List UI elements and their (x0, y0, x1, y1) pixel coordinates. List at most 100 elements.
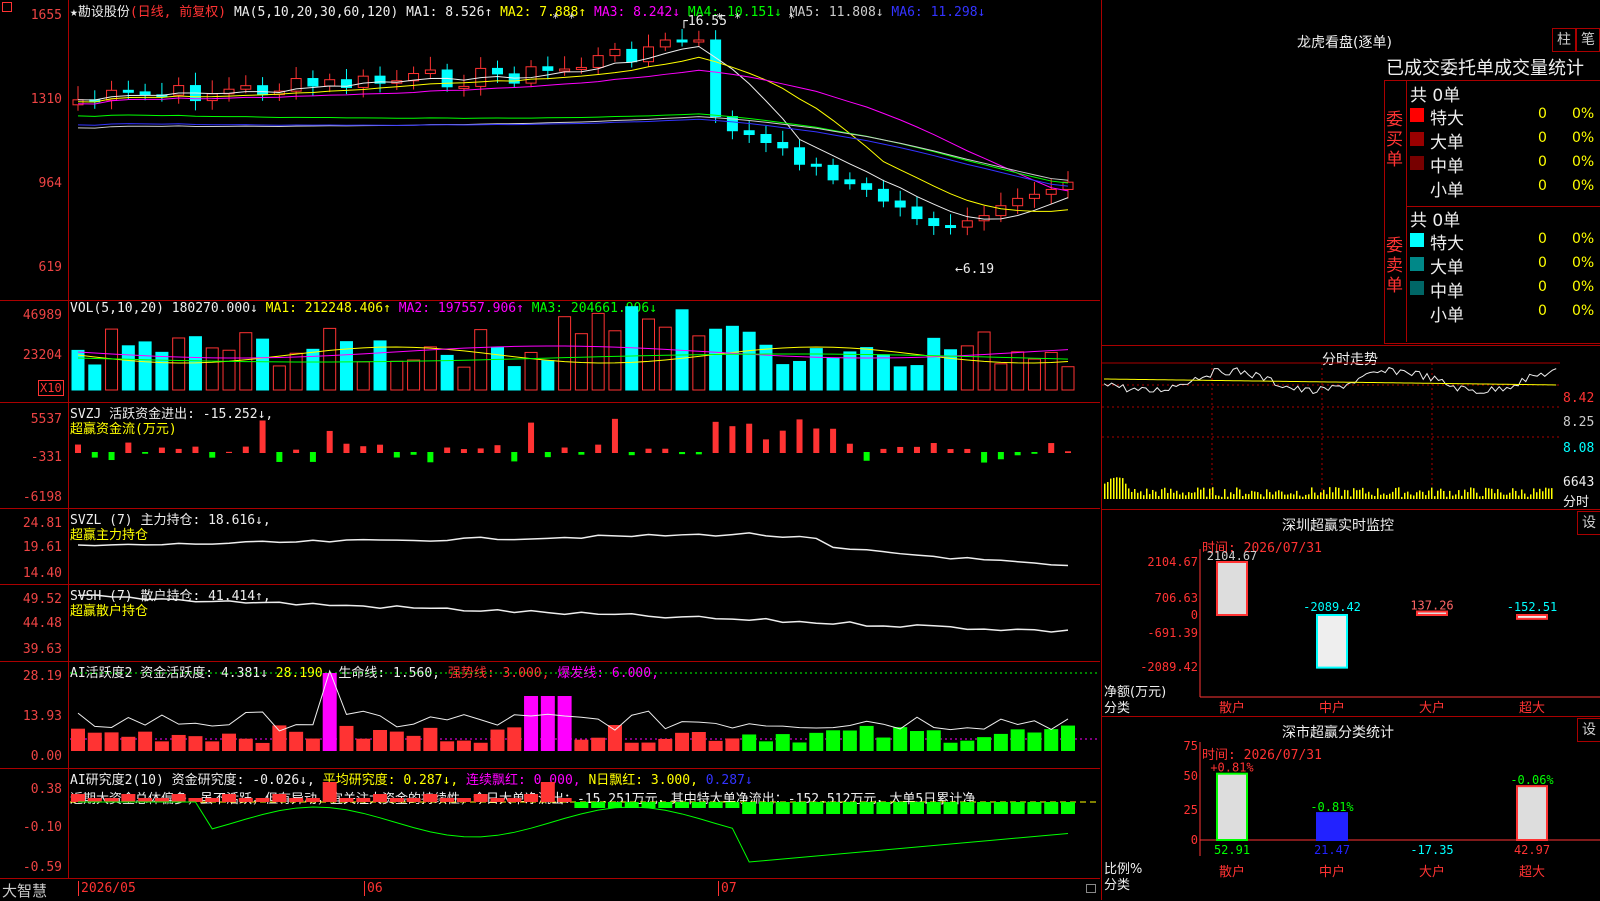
intraday-vol-bar (1188, 492, 1190, 499)
classstat-value: 42.97 (1514, 843, 1550, 857)
intraday-vol-bar (1506, 494, 1508, 499)
intraday-vol-bar (1479, 496, 1481, 499)
intraday-vol-bar (1473, 488, 1475, 499)
ai-research-pane[interactable]: 0.38 -0.10 -0.59 AI研究度2(10) 资金研究度: -0.02… (0, 768, 1100, 879)
volume-chart[interactable] (0, 300, 1100, 402)
order-size-label: 小单 (1430, 306, 1464, 326)
flow-bar (897, 446, 904, 453)
volume-bar (793, 360, 807, 391)
research-bar (524, 794, 539, 802)
intraday-vol-bar (1272, 494, 1274, 499)
activity-bar (473, 742, 488, 751)
candle-body (743, 130, 755, 136)
order-percent: 0% (1572, 255, 1595, 271)
research-bar (205, 798, 220, 802)
activity-bar (909, 731, 924, 751)
order-count: 0 (1538, 178, 1547, 194)
intraday-vol-bar (1338, 487, 1340, 499)
intraday-chart[interactable] (1102, 345, 1600, 509)
activity-bar (121, 736, 136, 751)
event-star-icon: * (734, 11, 741, 25)
svzl-pane[interactable]: 24.81 19.61 14.40 SVZL (7) 主力持仓: 18.616↓… (0, 508, 1100, 585)
order-row: 特大 0 0% (1410, 229, 1600, 254)
intraday-vol-bar (1527, 496, 1529, 499)
volume-bar (256, 338, 270, 391)
intraday-vol-bar (1386, 495, 1388, 499)
intraday-vol-bar (1389, 493, 1391, 499)
activity-bar (540, 696, 555, 751)
intraday-vol-bar (1344, 489, 1346, 499)
classstat-chart[interactable]: 75 50 25 0 +0.81% 52.91 散户 -0.81% 21.47 中户 -17.35 大… (1102, 716, 1600, 900)
volume-bar (591, 312, 605, 391)
flow-bar (997, 452, 1004, 460)
ai-research-chart[interactable] (0, 768, 1100, 878)
research-bar (574, 802, 589, 808)
order-count: 0 (1538, 130, 1547, 146)
monitor-category: 大户 (1419, 700, 1445, 716)
intraday-vol-bar (1353, 488, 1355, 499)
volume-bar (373, 340, 387, 391)
event-star-icon: * (716, 11, 723, 25)
research-bar (708, 802, 723, 808)
monitor-bar (1216, 561, 1248, 616)
classstat-value: 52.91 (1214, 843, 1250, 857)
intraday-vol-bar (1341, 495, 1343, 499)
intraday-vol-bar (1227, 496, 1229, 499)
activity-bar (356, 738, 371, 751)
intraday-vol-bar (1170, 488, 1172, 499)
classstat-bar (1316, 812, 1348, 842)
intraday-vol-bar (1104, 483, 1106, 499)
svsh-chart[interactable] (0, 584, 1100, 661)
svzj-pane[interactable]: 5537 -331 -6198 SVZJ 活跃资金进出: -15.252↓, 超… (0, 402, 1100, 509)
tick-view-button[interactable]: 笔 (1576, 28, 1600, 52)
candle-body (911, 206, 923, 220)
intraday-vol-bar (1362, 487, 1364, 499)
research-bar (305, 798, 320, 802)
bar-view-button[interactable]: 柱 (1552, 28, 1576, 52)
classstat-category: 超大 (1519, 865, 1545, 880)
flow-bar (1048, 443, 1055, 453)
intraday-vol-bar (1413, 495, 1415, 499)
svzj-chart[interactable] (0, 402, 1100, 508)
flow-bar (343, 443, 350, 453)
intraday-vol-bar (1371, 494, 1373, 499)
lock-icon[interactable] (1086, 884, 1096, 893)
intraday-vol-bar (1278, 490, 1280, 499)
flow-bar (158, 447, 165, 453)
svzl-chart[interactable] (0, 508, 1100, 584)
monitor-panel[interactable]: 深圳超赢实时监控 设 时间: 2026/07/31 净额(万元) 分类 2104… (1101, 509, 1600, 717)
classstat-panel[interactable]: 深市超赢分类统计 设 时间: 2026/07/31 比例% 分类 75 50 25 0… (1101, 716, 1600, 900)
order-percent: 0% (1572, 130, 1595, 146)
lhb-tabs[interactable]: 已成交委托单成交量统计 (1386, 54, 1584, 80)
order-row: 大单 0 0% (1410, 253, 1600, 278)
flow-bar (360, 446, 367, 453)
order-size-label: 中单 (1430, 282, 1464, 302)
x-axis: 大智慧 2026/05 06 07 (0, 878, 1100, 900)
flow-bar (1031, 452, 1038, 454)
event-star-icon: * (788, 11, 795, 25)
candle-body (995, 205, 1007, 217)
ai-activity-pane[interactable]: 28.19 13.93 0.00 AI活跃度2 资金活跃度: 4.381↓ 28… (0, 661, 1100, 769)
volume-pane[interactable]: 46989 23204 X10 VOL(5,10,20) 180270.000↓… (0, 300, 1100, 403)
intraday-vol-bar (1533, 488, 1535, 499)
candle-body (525, 66, 537, 84)
research-bar (238, 798, 253, 802)
flow-bar (511, 452, 518, 462)
activity-bar (305, 738, 320, 751)
svsh-pane[interactable]: 49.52 44.48 39.63 SVSH (7) 散户持仓: 41.414↑… (0, 584, 1100, 662)
intraday-panel[interactable]: 分时走势 8.42 8.25 8.08 6643 分时 (1101, 345, 1600, 510)
intraday-vol-bar (1281, 491, 1283, 499)
research-bar (591, 802, 606, 808)
research-bar (859, 802, 874, 814)
intraday-vol-bar (1131, 491, 1133, 499)
x-label: 07 (718, 881, 737, 896)
candlestick-chart[interactable]: * * * * * (0, 0, 1100, 300)
flow-bar (729, 426, 736, 453)
candle-body (542, 66, 554, 71)
volume-bar (658, 326, 672, 391)
price-pane[interactable]: 1655 1310 964 619 ★勘设股份(日线, 前复权) MA(5,10… (0, 0, 1100, 301)
flow-bar (125, 442, 132, 453)
monitor-chart[interactable]: 2104.67 706.63 0 -691.39 -2089.42 2104.67 散户 -2… (1102, 509, 1600, 716)
ai-activity-chart[interactable] (0, 661, 1100, 768)
candle-body (877, 188, 889, 202)
